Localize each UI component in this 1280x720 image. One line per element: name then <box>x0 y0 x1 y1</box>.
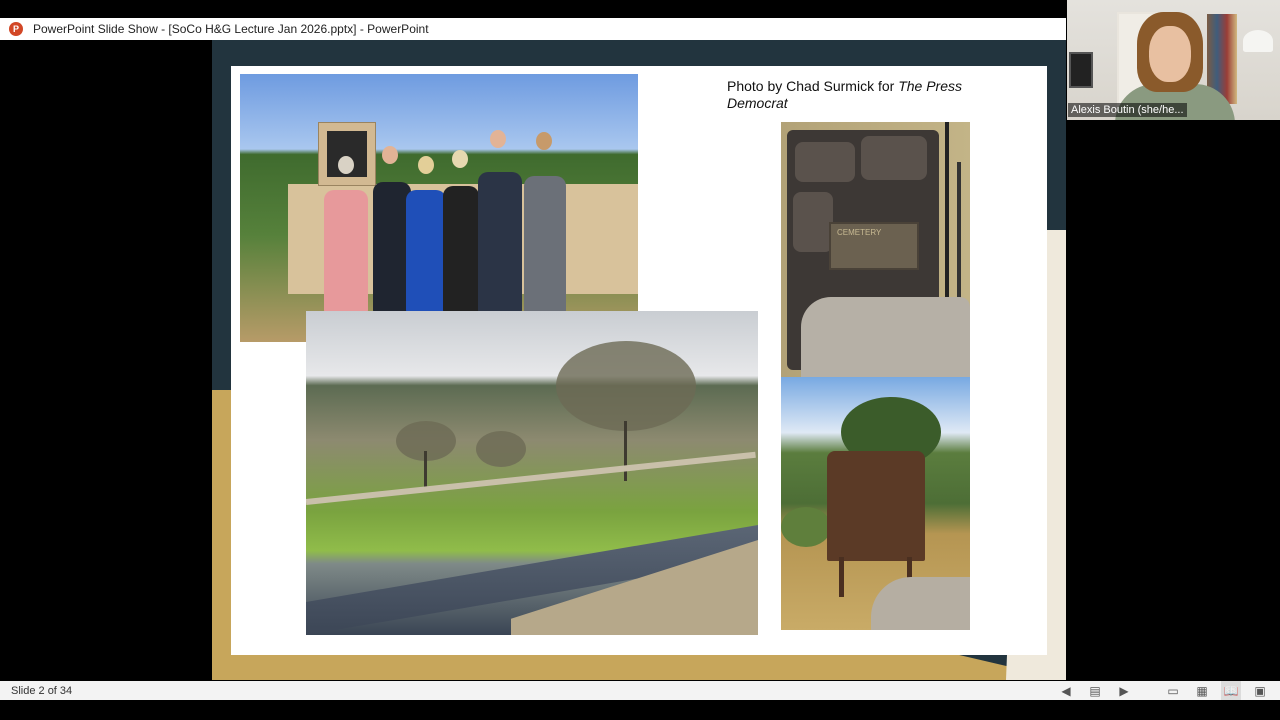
boulders <box>871 577 970 630</box>
shrub <box>781 507 831 547</box>
stone-block <box>795 142 855 182</box>
tree-trunk <box>424 451 427 491</box>
person-head <box>338 156 354 174</box>
rusted-metal-sign <box>827 451 925 561</box>
slide-show-icon[interactable]: ▣ <box>1250 681 1270 700</box>
rusty-sign-photo <box>781 377 970 630</box>
person-figure <box>324 190 368 312</box>
lamp <box>1243 30 1273 52</box>
cemetery-sign: CEMETERY <box>829 222 919 270</box>
stone-gate-photo: CEMETERY <box>781 122 970 377</box>
reading-view-icon[interactable]: 📖 <box>1221 681 1241 700</box>
window-titlebar: P PowerPoint Slide Show - [SoCo H&G Lect… <box>0 18 1066 40</box>
person-figure <box>524 176 566 312</box>
memorial-plaque <box>318 122 376 186</box>
boulders <box>801 297 970 377</box>
powerpoint-icon: P <box>9 22 23 36</box>
participant-face <box>1149 26 1191 82</box>
tree-trunk <box>624 421 627 481</box>
person-head <box>536 132 552 150</box>
person-figure <box>443 186 479 312</box>
landscape-memorial-photo <box>306 311 758 635</box>
previous-slide-icon[interactable]: ◀ <box>1056 681 1076 700</box>
oak-tree <box>476 431 526 467</box>
window-title: PowerPoint Slide Show - [SoCo H&G Lectur… <box>33 22 429 36</box>
photo-credit-caption: Photo by Chad Surmick for The Press Demo… <box>727 78 987 112</box>
person-figure <box>406 190 446 312</box>
person-head <box>452 150 468 168</box>
slide-canvas: Photo by Chad Surmick for The Press Demo… <box>231 66 1047 655</box>
person-head <box>382 146 398 164</box>
stone-block <box>861 136 927 180</box>
participant-video-tile[interactable]: Alexis Boutin (she/he... <box>1067 0 1280 120</box>
person-head <box>490 130 506 148</box>
cemetery-sign-text: CEMETERY <box>837 228 882 237</box>
iron-gate <box>945 122 949 322</box>
person-head <box>418 156 434 174</box>
caption-text: Photo by Chad Surmick for <box>727 78 899 94</box>
next-slide-icon[interactable]: ▶ <box>1114 681 1134 700</box>
normal-view-icon[interactable]: ▭ <box>1163 681 1183 700</box>
slide-thumbnails-icon[interactable]: ▤ <box>1085 681 1105 700</box>
stone-block <box>793 192 833 252</box>
slideshow-controls: ◀ ▤ ▶ ▭ ▦ 📖 ▣ <box>1047 681 1270 700</box>
person-figure <box>478 172 522 312</box>
slideshow-status-bar: Slide 2 of 34 ◀ ▤ ▶ ▭ ▦ 📖 ▣ <box>0 681 1280 700</box>
wall-picture-frame <box>1069 52 1093 88</box>
participant-name-label: Alexis Boutin (she/he... <box>1068 103 1187 117</box>
oak-tree <box>556 341 696 431</box>
slide-indicator: Slide 2 of 34 <box>11 684 73 697</box>
group-photo <box>240 74 638 342</box>
fence-rail <box>306 451 756 505</box>
sign-post <box>839 557 844 597</box>
slide-sorter-icon[interactable]: ▦ <box>1192 681 1212 700</box>
iron-gate <box>957 162 961 312</box>
